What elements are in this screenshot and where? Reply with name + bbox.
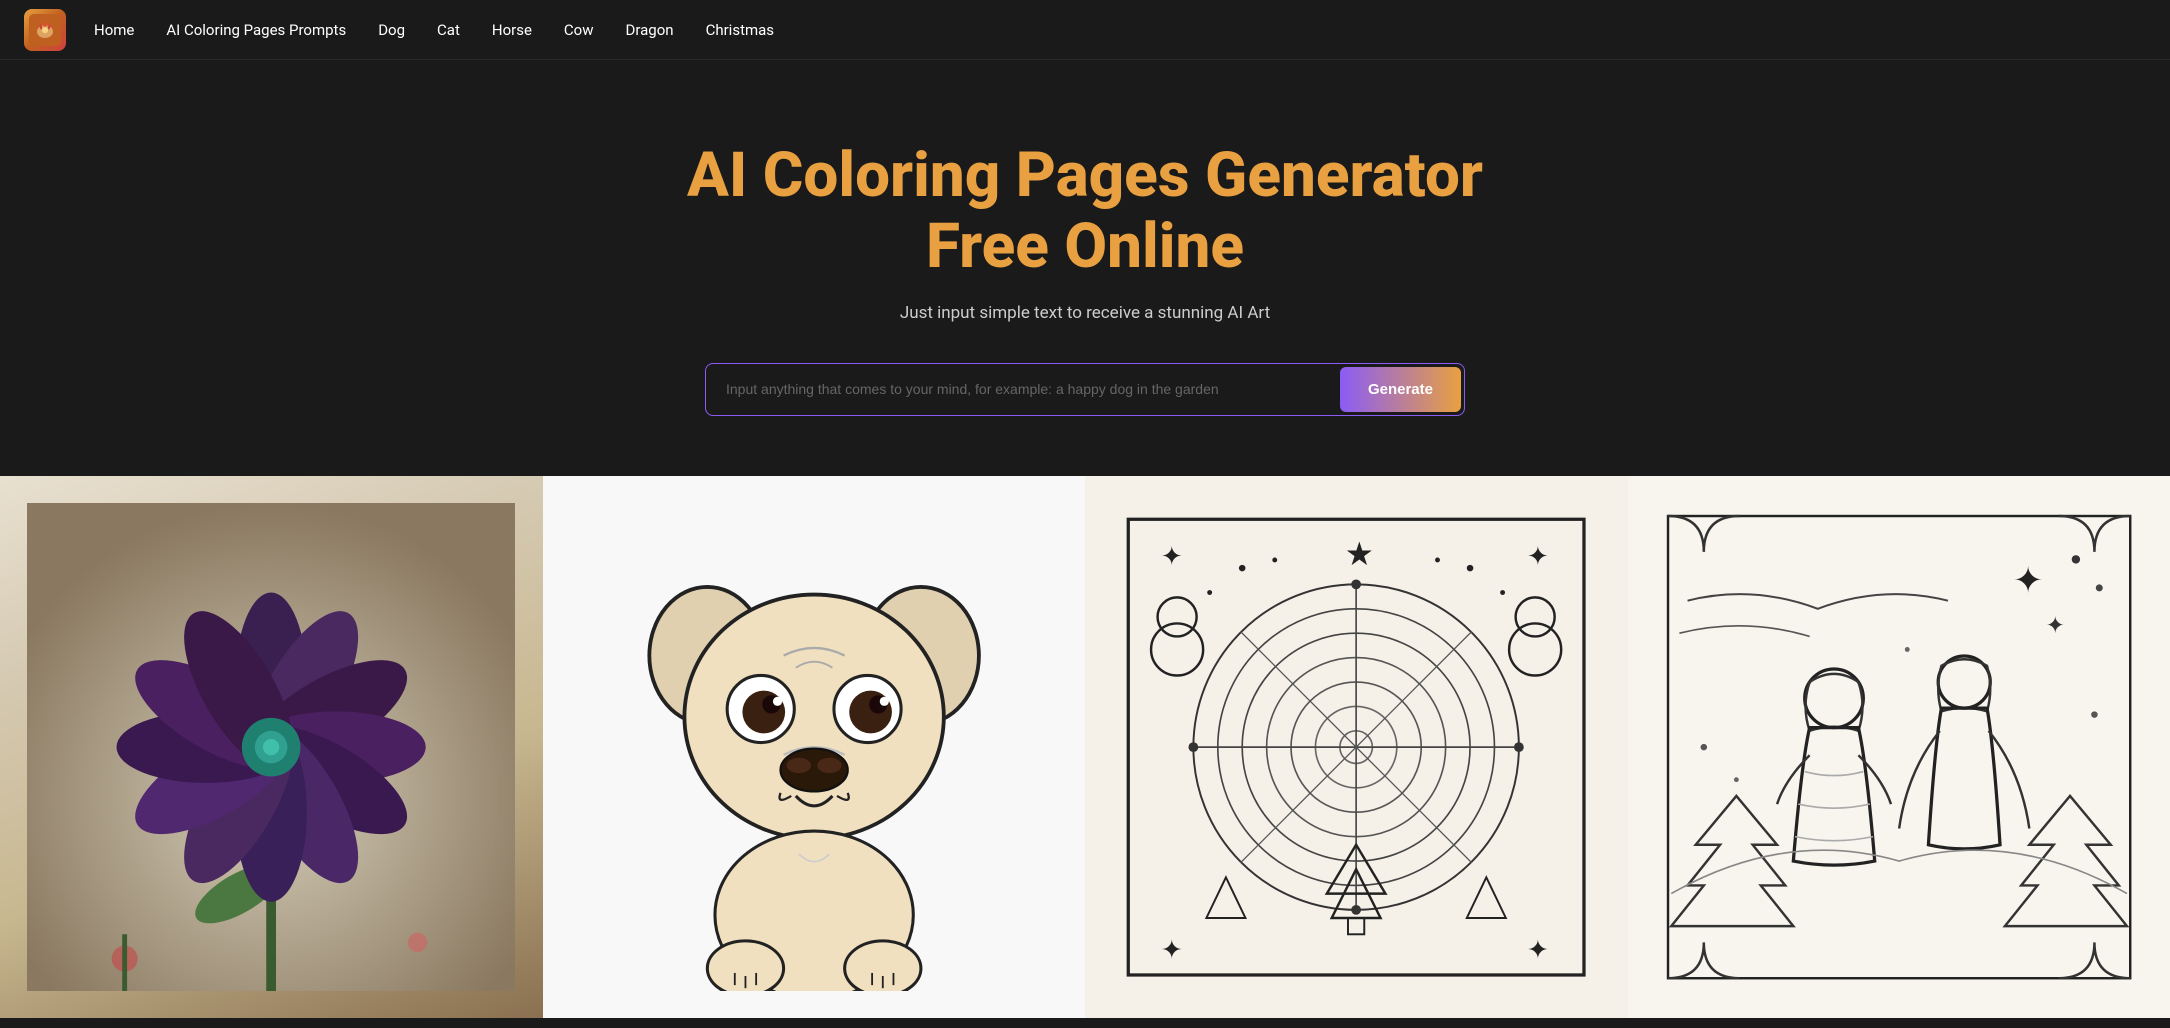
hero-section: AI Coloring Pages Generator Free Online … — [0, 60, 2170, 476]
nav-item-horse[interactable]: Horse — [492, 20, 532, 39]
svg-text:✦: ✦ — [1161, 542, 1183, 572]
search-input[interactable] — [706, 367, 1337, 411]
navbar: Home AI Coloring Pages Prompts Dog Cat H… — [0, 0, 2170, 60]
nav-item-dragon[interactable]: Dragon — [626, 20, 674, 39]
svg-text:✦: ✦ — [1527, 935, 1549, 965]
nav-item-cow[interactable]: Cow — [564, 20, 594, 39]
svg-text:●: ● — [2070, 547, 2082, 570]
gallery-section: ✦ ✦ ✦ ✦ ★ — [0, 476, 2170, 1019]
nav-link-christmas[interactable]: Christmas — [706, 21, 774, 39]
svg-text:✦: ✦ — [1527, 542, 1549, 572]
svg-text:●: ● — [2094, 577, 2104, 596]
nav-link-dog[interactable]: Dog — [378, 21, 405, 39]
svg-text:✦: ✦ — [1161, 935, 1183, 965]
nav-link-cow[interactable]: Cow — [564, 21, 594, 39]
hero-title: AI Coloring Pages Generator Free Online — [687, 140, 1483, 283]
nav-item-cat[interactable]: Cat — [437, 20, 460, 39]
nav-item-prompts[interactable]: AI Coloring Pages Prompts — [166, 20, 346, 39]
nav-link-horse[interactable]: Horse — [492, 21, 532, 39]
nav-link-dragon[interactable]: Dragon — [626, 21, 674, 39]
generate-button[interactable]: Generate — [1340, 367, 1461, 412]
svg-text:✦: ✦ — [2045, 612, 2064, 639]
logo[interactable] — [24, 9, 66, 51]
nav-link-cat[interactable]: Cat — [437, 21, 460, 39]
svg-text:★: ★ — [1345, 535, 1374, 573]
nav-link-home[interactable]: Home — [94, 21, 134, 39]
gallery-item-flower — [0, 476, 543, 1019]
nav-item-home[interactable]: Home — [94, 20, 134, 39]
gallery-item-pug — [543, 476, 1086, 1019]
nav-link-prompts[interactable]: AI Coloring Pages Prompts — [166, 21, 346, 39]
nav-item-dog[interactable]: Dog — [378, 20, 405, 39]
gallery-item-christmas-mandala: ✦ ✦ ✦ ✦ ★ — [1085, 476, 1628, 1019]
svg-text:✦: ✦ — [2013, 559, 2043, 601]
gallery-item-angel: ✦ ✦ ● ● — [1628, 476, 2170, 1019]
search-container: Generate — [705, 363, 1465, 416]
nav-item-christmas[interactable]: Christmas — [706, 20, 774, 39]
nav-links: Home AI Coloring Pages Prompts Dog Cat H… — [94, 20, 774, 39]
hero-subtitle: Just input simple text to receive a stun… — [900, 303, 1270, 323]
